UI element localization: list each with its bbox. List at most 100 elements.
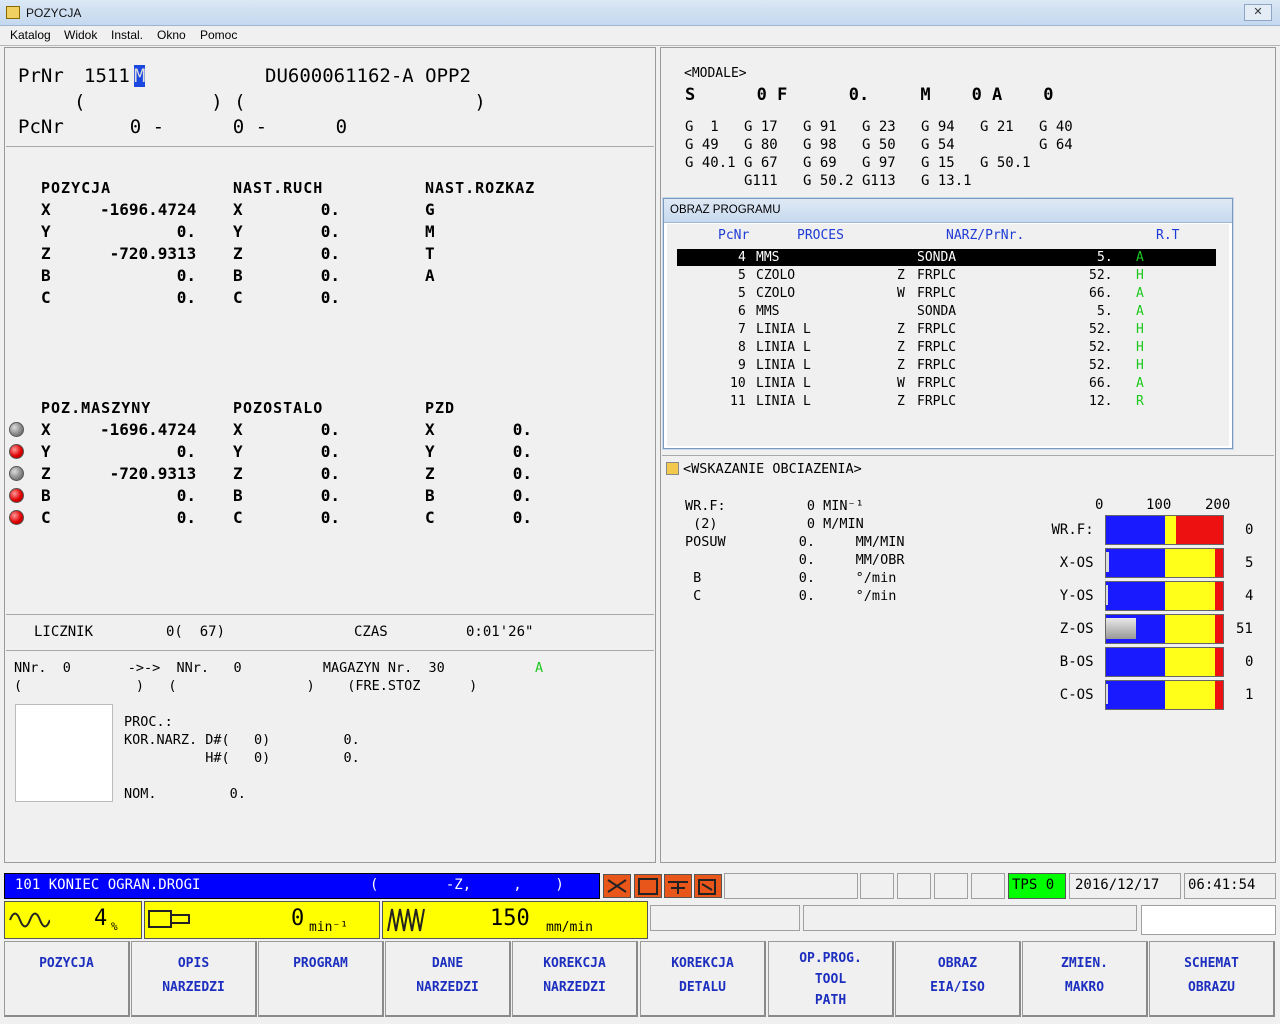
load-title: <WSKAZANIE OBCIAZENIA> [683,461,862,477]
function-key-korekcja-narzedzi[interactable]: KOREKCJA NARZEDZI [512,941,638,1017]
function-key-dane-narzedzi[interactable]: DANE NARZEDZI [385,941,511,1017]
menu-pomoc[interactable]: Pomoc [200,28,237,42]
cut-glyph [607,878,716,895]
pzd-value: 0. [512,420,533,439]
function-key-opis-narzedzi[interactable]: OPIS NARZEDZI [131,941,257,1017]
function-key-zmien-makro[interactable]: ZMIEN. MAKRO [1022,941,1148,1017]
program-row-flag: Z [897,340,905,355]
axis-label: X [233,420,243,439]
load-bar-label: WR.F: [1051,522,1094,538]
function-key-label: NARZEDZI [162,980,225,995]
program-row-code: H [1136,358,1144,373]
axis-label: Y [425,442,435,461]
scale-0: 0 [1095,497,1104,513]
program-row-tool: SONDA [917,250,957,265]
close-button[interactable]: ✕ [1244,4,1272,21]
program-view-title: OBRAZ PROGRAMU [670,204,781,216]
clock: 06:41:54 [1188,877,1256,893]
modal-s-line: S 0 F 0. M 0 A 0 [685,85,1054,105]
program-row-tool: FRPLC [917,268,957,283]
menu-instal[interactable]: Instal. [111,28,143,42]
next-move-value: 0. [320,266,341,285]
load-level-indicator [1106,552,1109,572]
prnr-cursor[interactable]: M [134,65,146,87]
tps-label: TPS 0 [1012,877,1055,893]
proc-label: PROC.: [124,714,173,730]
function-key-label: EIA/ISO [930,980,985,995]
pzd-value: 0. [512,442,533,461]
axis-label: C [41,288,51,307]
program-row-rt: 5. [1097,304,1113,319]
pzd-value: 0. [512,508,533,527]
program-row-flag: Z [897,322,905,337]
axis-label: C [425,508,435,527]
load-value-row: B 0. °/min [685,570,897,586]
load-bar-label: Z-OS [1059,621,1094,637]
program-row-rt: 66. [1089,376,1113,391]
function-key-schemat-obrazu[interactable]: SCHEMAT OBRAZU [1149,941,1275,1017]
program-row-process: LINIA L [756,358,811,373]
menu-katalog[interactable]: Katalog [10,28,51,42]
program-row-pcnr: 5 [738,286,746,301]
axis-label: X [425,420,435,439]
menu-okno[interactable]: Okno [157,28,186,42]
program-name: DU600061162-A OPP2 [265,65,471,87]
menu-widok[interactable]: Widok [64,28,97,42]
axis-status-led [9,422,24,437]
status-slot [971,873,1005,899]
load-value-row: C 0. °/min [685,588,897,604]
header-nast-ruch: NAST.RUCH [233,179,324,197]
pv-header-narz: NARZ/PrNr. [946,228,1025,243]
load-bar-value: 4 [1245,588,1254,604]
function-key-label: OPIS [177,956,210,971]
load-bar [1105,515,1224,545]
next-move-value: 0. [320,244,341,263]
program-row-pcnr: 6 [738,304,746,319]
load-value-row: (2) 0 M/MIN [685,516,864,532]
program-row-process: CZOLO [756,268,796,283]
load-bar [1105,680,1224,710]
program-row-rt: 52. [1089,322,1113,337]
machine-position-value: -1696.4724 [100,420,197,439]
axis-label: B [233,266,243,285]
program-row-pcnr: 9 [738,358,746,373]
load-bar-label: C-OS [1059,687,1094,703]
axis-label: Y [41,442,51,461]
load-bar [1105,647,1224,677]
program-row-process: LINIA L [756,340,811,355]
program-row-rt: 66. [1089,286,1113,301]
function-key-program[interactable]: PROGRAM [258,941,384,1017]
program-row-code: A [1136,376,1144,391]
function-key-korekcja-detalu[interactable]: KOREKCJA DETALU [640,941,766,1017]
function-key-obraz-eia-iso[interactable]: OBRAZ EIA/ISO [895,941,1021,1017]
function-key-label: KOREKCJA [671,956,734,971]
feed-value: 150 [490,906,530,931]
divider [6,650,654,651]
function-key-label: OBRAZ [937,956,978,971]
next-move-value: 0. [320,222,341,241]
alarm-axis: ( -Z, , ) [370,877,564,893]
override-wave-icon [9,912,50,928]
function-key-op-prog-tool-path[interactable]: OP.PROG. TOOL PATH [768,941,894,1017]
function-key-label: POZYCJA [39,956,94,971]
program-row-process: CZOLO [756,286,796,301]
function-key-label: NARZEDZI [416,980,479,995]
scale-200: 200 [1205,497,1231,513]
load-bar-value: 0 [1245,654,1254,670]
program-row-tool: FRPLC [917,322,957,337]
function-key-label: NARZEDZI [543,980,606,995]
feed-icon [387,908,425,932]
remaining-value: 0. [320,442,341,461]
magazine-flag: A [535,660,544,676]
nom-label: NOM. 0. [124,786,246,802]
counter-label: LICZNIK [34,624,94,640]
alarm-message: 101 KONIEC OGRAN.DROGI [15,877,201,893]
program-row-tool: FRPLC [917,394,957,409]
axis-label: Y [233,222,243,241]
menu-bar: Katalog Widok Instal. Okno Pomoc [0,26,1280,46]
program-row-pcnr: 8 [738,340,746,355]
load-value-row: WR.F: 0 MIN⁻¹ [685,498,864,514]
program-row-code: A [1136,286,1144,301]
program-row-pcnr: 11 [730,394,746,409]
function-key-pozycja[interactable]: POZYCJA [4,941,130,1017]
